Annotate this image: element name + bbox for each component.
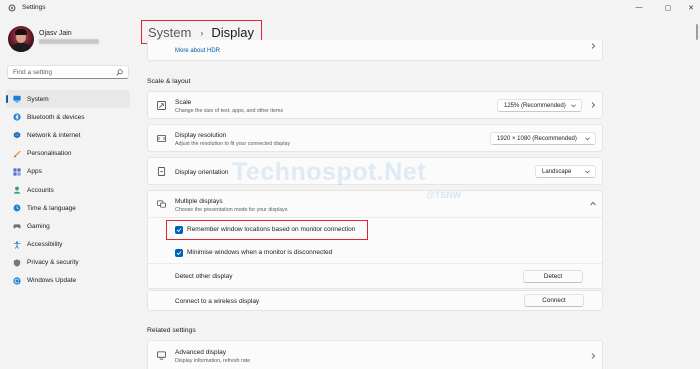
windows-update-icon — [13, 277, 21, 285]
orientation-dropdown[interactable]: Landscape — [535, 165, 596, 178]
sidebar-item-accessibility[interactable]: Accessibility — [6, 236, 130, 254]
user-profile[interactable]: Ojasv Jain — [8, 26, 133, 54]
orientation-title: Display orientation — [175, 169, 229, 176]
resolution-dropdown[interactable]: 1920 × 1080 (Recommended) — [490, 132, 596, 145]
settings-app-icon — [8, 4, 16, 12]
chevron-right-icon[interactable] — [590, 102, 596, 108]
sidebar-item-gaming[interactable]: Gaming — [6, 217, 130, 235]
sidebar-item-network[interactable]: Network & internet — [6, 126, 130, 144]
sidebar-item-bluetooth[interactable]: Bluetooth & devices — [6, 108, 130, 126]
checkmark-icon — [176, 251, 182, 256]
divider — [148, 217, 602, 218]
hdr-card[interactable]: More about HDR — [147, 40, 603, 61]
search-icon[interactable] — [116, 69, 123, 76]
chevron-down-icon — [571, 104, 576, 108]
avatar — [8, 26, 34, 52]
resolution-title: Display resolution — [175, 132, 227, 139]
advanced-display-title: Advanced display — [175, 349, 226, 356]
sidebar-nav: System Bluetooth & devices Network & int… — [6, 90, 130, 290]
minimise-windows-checkbox[interactable] — [175, 249, 183, 257]
chevron-up-icon[interactable] — [590, 201, 596, 207]
scale-layout-heading: Scale & layout — [147, 78, 191, 85]
sidebar-item-label: Windows Update — [27, 277, 77, 285]
advanced-display-subtitle: Display information, refresh rate — [175, 358, 251, 364]
sidebar-item-personalisation[interactable]: Personalisation — [6, 145, 130, 163]
sidebar-item-label: Apps — [27, 168, 42, 176]
resolution-subtitle: Adjust the resolution to fit your connec… — [175, 141, 291, 147]
search-input[interactable] — [13, 68, 117, 76]
personalisation-icon — [13, 150, 21, 158]
orientation-icon — [157, 167, 166, 176]
scale-dropdown[interactable]: 125% (Recommended) — [497, 99, 582, 112]
chevron-right-icon: › — [200, 27, 204, 38]
resolution-value: 1920 × 1080 (Recommended) — [497, 135, 577, 142]
sidebar-item-label: Network & internet — [27, 131, 81, 139]
monitor-icon — [157, 351, 166, 360]
sidebar-item-label: Privacy & security — [27, 259, 79, 267]
advanced-display-card[interactable]: Advanced display Display information, re… — [147, 340, 603, 369]
title-bar: Settings — ▢ ✕ — [0, 0, 700, 16]
connect-button[interactable]: Connect — [524, 294, 584, 307]
sidebar-item-privacy[interactable]: Privacy & security — [6, 254, 130, 272]
sidebar-item-label: Personalisation — [27, 150, 72, 158]
accessibility-icon — [13, 240, 21, 249]
window-title: Settings — [22, 4, 46, 11]
chevron-right-icon — [591, 353, 596, 359]
related-settings-heading: Related settings — [147, 327, 196, 334]
connect-wireless-label: Connect to a wireless display — [175, 298, 260, 305]
chevron-right-icon — [591, 43, 596, 49]
privacy-icon — [13, 259, 21, 267]
orientation-value: Landscape — [542, 168, 572, 175]
time-language-icon — [13, 204, 21, 212]
sidebar-item-label: Accounts — [27, 186, 54, 194]
minimize-button[interactable]: — — [632, 2, 646, 13]
scale-title: Scale — [175, 99, 192, 106]
network-icon — [13, 131, 21, 139]
sidebar-item-time-language[interactable]: Time & language — [6, 199, 130, 217]
multiple-displays-title: Multiple displays — [175, 198, 223, 205]
sidebar-item-label: System — [27, 95, 49, 103]
profile-name: Ojasv Jain — [39, 30, 72, 37]
sidebar-item-label: Time & language — [27, 204, 76, 212]
multiple-displays-icon — [157, 200, 166, 208]
close-button[interactable]: ✕ — [684, 2, 698, 13]
sidebar-item-windows-update[interactable]: Windows Update — [6, 272, 130, 290]
scrollbar[interactable] — [696, 24, 698, 40]
chevron-down-icon — [585, 137, 590, 141]
connect-wireless-card: Connect to a wireless display Connect — [147, 290, 603, 311]
hdr-link[interactable]: More about HDR — [175, 48, 220, 54]
scale-icon — [157, 101, 166, 110]
sidebar-item-label: Gaming — [27, 222, 50, 230]
detect-button[interactable]: Detect — [523, 270, 583, 283]
maximize-button[interactable]: ▢ — [661, 2, 675, 13]
accounts-icon — [13, 186, 21, 194]
sidebar-item-accounts[interactable]: Accounts — [6, 181, 130, 199]
scale-value: 125% (Recommended) — [504, 102, 566, 109]
remember-highlight-annotation — [166, 220, 368, 240]
gaming-icon — [13, 222, 21, 230]
bluetooth-icon — [13, 113, 21, 121]
detect-other-display-label: Detect other display — [175, 273, 233, 280]
breadcrumb: System › Display — [148, 25, 254, 40]
divider — [148, 263, 602, 264]
sidebar-item-label: Bluetooth & devices — [27, 113, 85, 121]
chevron-down-icon — [585, 170, 590, 174]
multiple-displays-subtitle: Choose the presentation mode for your di… — [175, 207, 288, 213]
scale-subtitle: Change the size of text, apps, and other… — [175, 108, 284, 114]
apps-icon — [13, 168, 21, 176]
orientation-card[interactable]: Display orientation Landscape — [147, 157, 603, 185]
scale-card[interactable]: Scale Change the size of text, apps, and… — [147, 91, 603, 119]
sidebar-item-system[interactable]: System — [6, 90, 130, 109]
profile-email-redacted — [39, 39, 99, 44]
system-icon — [13, 95, 21, 103]
resolution-card[interactable]: Display resolution Adjust the resolution… — [147, 124, 603, 152]
resolution-icon — [157, 134, 166, 143]
sidebar-item-apps[interactable]: Apps — [6, 163, 130, 181]
search-box[interactable] — [7, 65, 129, 79]
breadcrumb-system[interactable]: System — [148, 25, 191, 40]
minimise-windows-label[interactable]: Minimise windows when a monitor is disco… — [187, 249, 332, 256]
page-title: Display — [211, 25, 254, 40]
sidebar-item-label: Accessibility — [27, 241, 63, 249]
